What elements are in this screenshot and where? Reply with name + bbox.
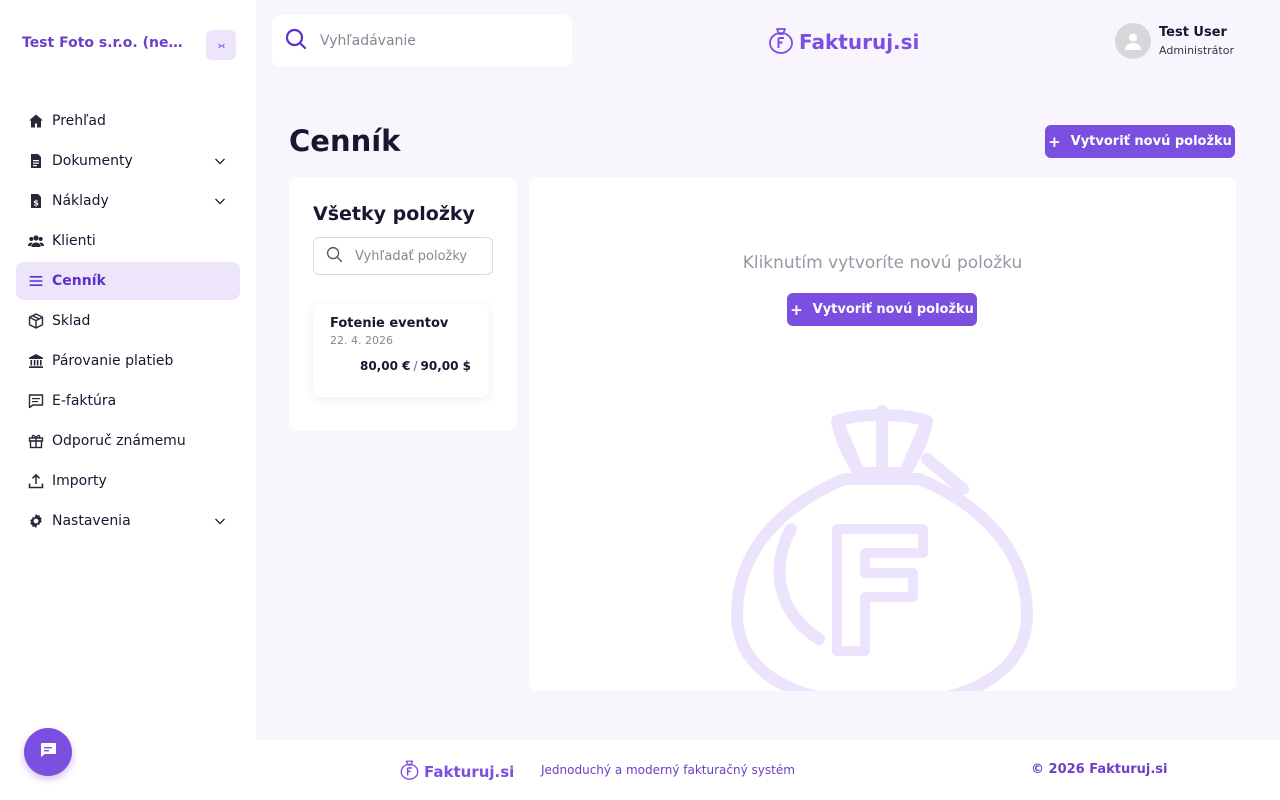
sidebar-item-dokumenty[interactable]: Dokumenty [16, 142, 240, 180]
global-search [272, 15, 572, 67]
money-bag-logo-icon [399, 759, 420, 784]
sidebar-item-label: Párovanie platieb [52, 353, 174, 369]
item-price-eur: 80,00 € [359, 359, 411, 373]
item-price: 80,00 €/90,00 $ [360, 359, 471, 373]
sidebar-item-importy[interactable]: Importy [16, 462, 240, 500]
upload-icon [28, 473, 44, 489]
bank-icon [28, 353, 44, 369]
item-search-input[interactable] [355, 248, 485, 264]
money-bag-illustration-icon [727, 399, 1037, 691]
user-name: Test User [1159, 25, 1227, 40]
item-price-separator: / [413, 359, 418, 373]
item-name: Fotenie eventov [330, 316, 449, 331]
create-item-button[interactable]: + Vytvoriť novú položku [1045, 125, 1235, 158]
footer-tagline: Jednoduchý a moderný fakturačný systém [541, 763, 795, 777]
create-item-label: Vytvoriť novú položku [812, 302, 974, 317]
sidebar: Test Foto s.r.o. (neplatiteľ DPH) ›‹ Pre… [0, 0, 256, 800]
footer-brand[interactable]: Fakturuj.si [399, 759, 514, 784]
search-icon [284, 27, 308, 55]
sidebar-item-e-faktura[interactable]: E-faktúra [16, 382, 240, 420]
plus-icon: + [790, 300, 803, 319]
sidebar-item-label: Dokumenty [52, 153, 133, 169]
brand-name: Fakturuj.si [799, 30, 920, 54]
sidebar-item-odporuc-znamemu[interactable]: Odporuč známemu [16, 422, 240, 460]
create-item-empty-button[interactable]: + Vytvoriť novú položku [787, 293, 977, 326]
chat-icon [38, 740, 58, 764]
sidebar-item-label: E-faktúra [52, 393, 117, 409]
create-item-label: Vytvoriť novú položku [1070, 134, 1232, 149]
sidebar-item-label: Klienti [52, 233, 96, 249]
chat-button[interactable] [24, 728, 72, 776]
chevron-down-icon[interactable] [214, 155, 226, 167]
sidebar-item-label: Náklady [52, 193, 109, 209]
page-title: Cenník [289, 124, 401, 158]
svg-text:$: $ [33, 199, 39, 208]
detail-panel: Kliknutím vytvoríte novú položku + Vytvo… [529, 177, 1236, 691]
gear-icon [28, 513, 44, 529]
receipt-dollar-icon: $ [28, 193, 44, 209]
users-icon [28, 233, 44, 249]
sidebar-item-label: Prehľad [52, 113, 106, 129]
empty-state-text: Kliknutím vytvoríte novú položku [742, 253, 1023, 273]
main-nav: Prehľad Dokumenty $ Náklady Klienti Cenn… [16, 102, 240, 542]
home-icon [28, 113, 44, 129]
message-lines-icon [28, 393, 44, 409]
sidebar-item-label: Importy [52, 473, 107, 489]
sidebar-item-label: Nastavenia [52, 513, 131, 529]
document-icon [28, 153, 44, 169]
plus-icon: + [1048, 132, 1061, 151]
chevron-down-icon[interactable] [214, 195, 226, 207]
sidebar-item-parovanie-platieb[interactable]: Párovanie platieb [16, 342, 240, 380]
gift-icon [28, 433, 44, 449]
user-role: Administrátor [1159, 44, 1234, 57]
sidebar-item-nastavenia[interactable]: Nastavenia [16, 502, 240, 540]
company-name[interactable]: Test Foto s.r.o. (neplatiteľ DPH) [22, 35, 192, 51]
sidebar-item-label: Cenník [52, 273, 106, 289]
item-search [313, 237, 493, 275]
sidebar-item-label: Odporuč známemu [52, 433, 186, 449]
sidebar-item-label: Sklad [52, 313, 91, 329]
footer: Fakturuj.si Jednoduchý a moderný faktura… [256, 740, 1280, 800]
footer-brand-name: Fakturuj.si [424, 762, 515, 781]
sidebar-item-naklady[interactable]: $ Náklady [16, 182, 240, 220]
user-icon [1125, 33, 1141, 50]
footer-copyright: © 2026 Fakturuj.si [1031, 762, 1168, 777]
sidebar-item-klienti[interactable]: Klienti [16, 222, 240, 260]
search-icon [326, 246, 343, 267]
item-price-usd: 90,00 $ [420, 359, 471, 373]
chevron-down-icon[interactable] [214, 515, 226, 527]
items-panel: Všetky položky Fotenie eventov 22. 4. 20… [289, 177, 517, 431]
sidebar-item-cennik[interactable]: Cenník [16, 262, 240, 300]
sidebar-item-prehlad[interactable]: Prehľad [16, 102, 240, 140]
list-item[interactable]: Fotenie eventov 22. 4. 2026 80,00 €/90,0… [313, 303, 489, 397]
collapse-sidebar-button[interactable]: ›‹ [206, 30, 236, 60]
sidebar-item-sklad[interactable]: Sklad [16, 302, 240, 340]
brand-logo[interactable]: Fakturuj.si [767, 26, 919, 58]
box-icon [28, 313, 44, 329]
money-bag-logo-icon [767, 26, 795, 58]
item-date: 22. 4. 2026 [330, 334, 393, 347]
search-input[interactable] [320, 33, 550, 49]
avatar [1115, 23, 1151, 59]
list-icon [28, 273, 44, 289]
user-menu[interactable]: Test User Administrátor [1115, 23, 1234, 59]
items-panel-title: Všetky položky [313, 203, 475, 225]
